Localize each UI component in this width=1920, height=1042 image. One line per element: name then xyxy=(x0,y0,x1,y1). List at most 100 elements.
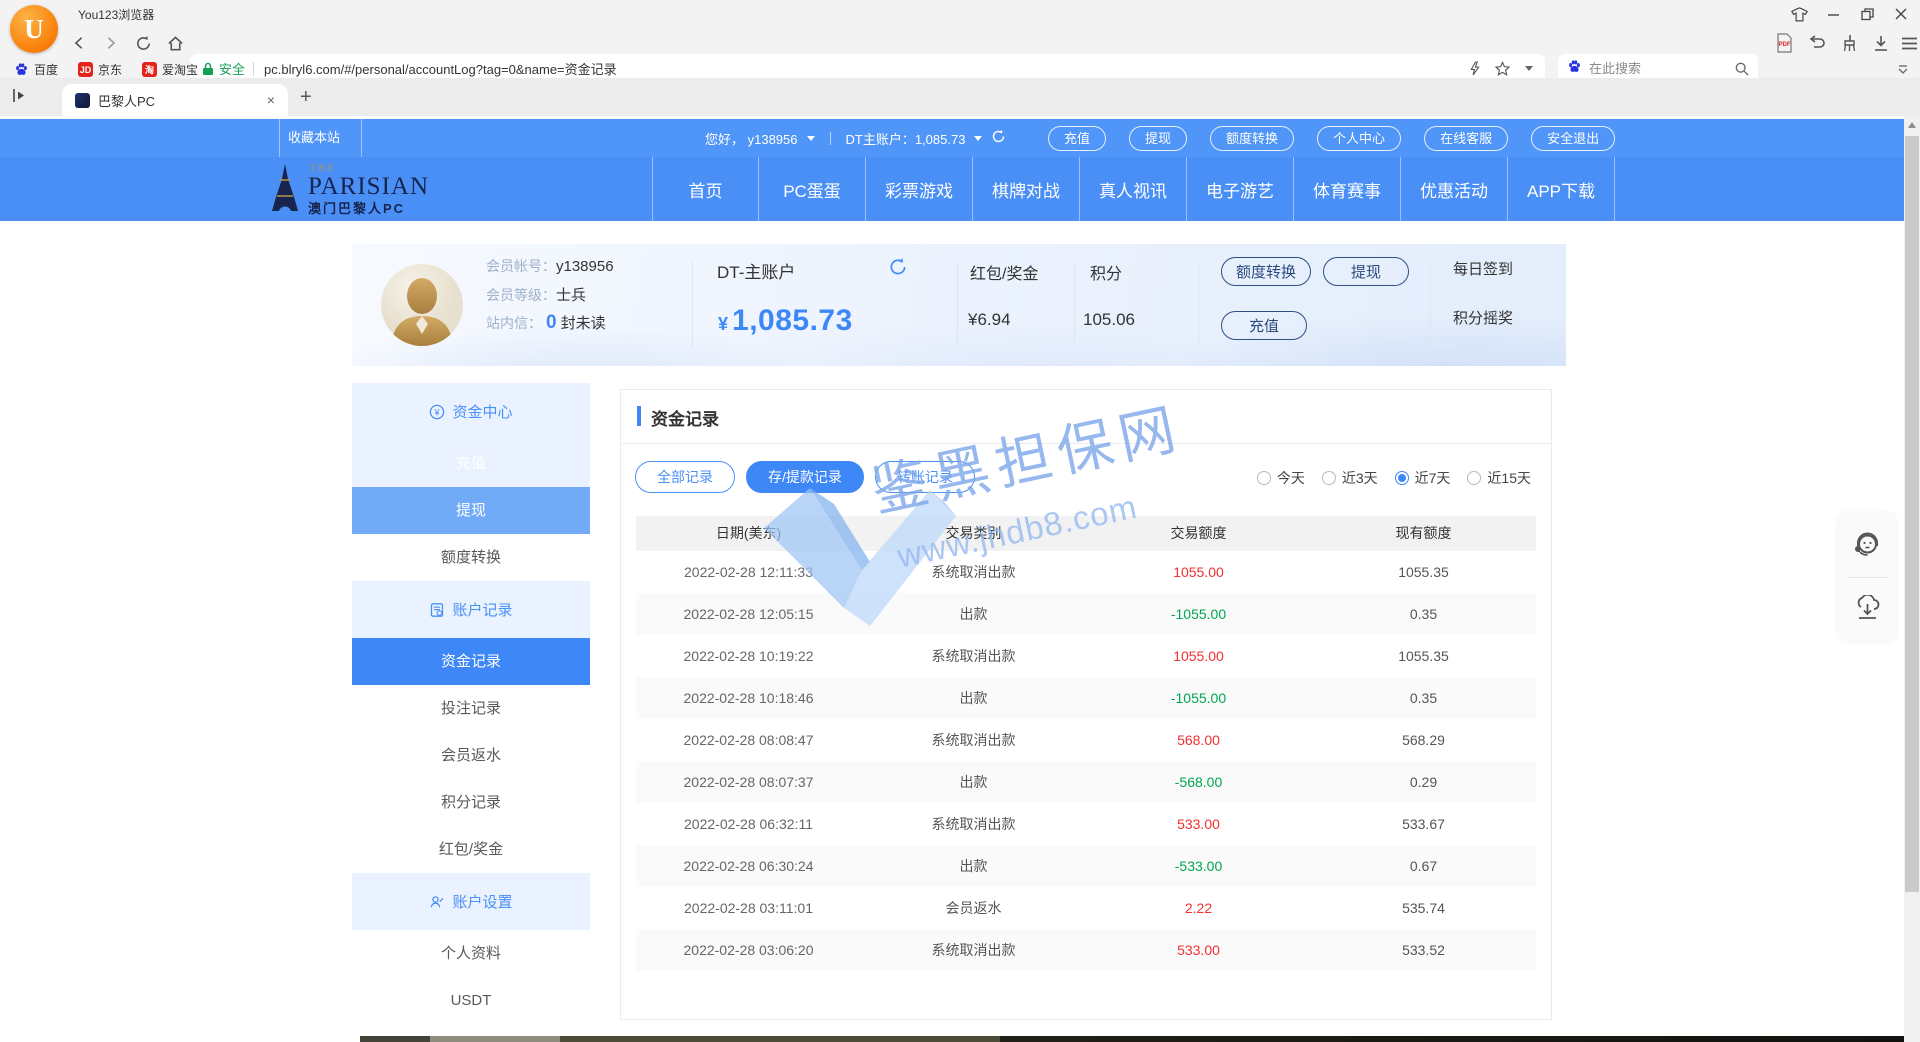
nav-item[interactable]: 真人视讯 xyxy=(1080,157,1187,221)
topbar-button[interactable]: 安全退出 xyxy=(1531,126,1615,151)
browser-toolbar: 安全 pc.blryl6.com/#/personal/accountLog?t… xyxy=(0,26,1920,60)
site-logo[interactable]: THE PARISIAN 澳门巴黎人PC xyxy=(268,163,429,215)
close-button[interactable] xyxy=(1888,5,1914,23)
sidebar-item[interactable]: 积分记录 xyxy=(352,779,590,826)
security-label: 安全 xyxy=(219,59,245,78)
mail-count[interactable]: 0 xyxy=(546,312,557,334)
nav-item[interactable]: 电子游艺 xyxy=(1187,157,1294,221)
nav-item[interactable]: 体育赛事 xyxy=(1294,157,1401,221)
screen: U You123浏览器 安全 pc.b xyxy=(0,0,1920,1042)
scrollbar-thumb[interactable] xyxy=(1905,136,1919,892)
user-greeting[interactable]: 您好， y138956 xyxy=(705,129,798,148)
star-icon[interactable] xyxy=(1495,61,1510,76)
nav-item[interactable]: 优惠活动 xyxy=(1401,157,1508,221)
sidebar-item[interactable]: 资金记录 xyxy=(352,638,590,685)
range-option[interactable]: 近7天 xyxy=(1395,468,1451,488)
table-row: 2022-02-28 03:11:01会员返水2.22535.74 xyxy=(636,887,1536,929)
tab-parisian[interactable]: 巴黎人PC × xyxy=(62,84,288,116)
topbar-button[interactable]: 个人中心 xyxy=(1317,126,1401,151)
scrollbar[interactable] xyxy=(1904,116,1920,1042)
range-option[interactable]: 近15天 xyxy=(1467,468,1531,488)
cleaner-icon[interactable] xyxy=(1836,30,1862,56)
profile-actions: 额度转换提现充值 xyxy=(1221,257,1453,340)
level-value: 士兵 xyxy=(556,284,586,305)
url-text[interactable]: pc.blryl6.com/#/personal/accountLog?tag=… xyxy=(264,59,1469,78)
minimize-button[interactable] xyxy=(1820,5,1846,23)
customer-service-icon[interactable] xyxy=(1854,531,1881,563)
sidebar-item[interactable]: USDT xyxy=(352,977,590,1024)
refresh-balance-icon[interactable] xyxy=(991,129,1006,147)
restore-button[interactable] xyxy=(1854,5,1880,23)
sidebar-item[interactable]: 会员返水 xyxy=(352,732,590,779)
sidebar-item[interactable]: 个人资料 xyxy=(352,930,590,977)
menu-icon[interactable] xyxy=(1896,30,1920,56)
sidebar-item[interactable]: 提现 xyxy=(352,487,590,534)
filter-button[interactable]: 存/提款记录 xyxy=(746,461,864,493)
profile-action-button[interactable]: 充值 xyxy=(1221,311,1307,340)
column-header: 现有额度 xyxy=(1311,516,1536,551)
search-input[interactable] xyxy=(1589,61,1728,76)
filter-button[interactable]: 转账记录 xyxy=(875,461,975,493)
nav-item[interactable]: 彩票游戏 xyxy=(866,157,973,221)
nav-item[interactable]: PC蛋蛋 xyxy=(759,157,866,221)
pdf-icon[interactable]: PDF xyxy=(1771,30,1797,56)
profile-quick-link[interactable]: 积分摇奖 xyxy=(1453,307,1513,328)
bottom-strip xyxy=(360,1036,1904,1042)
profile-quick-link[interactable]: 每日签到 xyxy=(1453,258,1513,279)
sidebar-item[interactable]: 红包/奖金 xyxy=(352,826,590,873)
nav-item[interactable]: 棋牌对战 xyxy=(973,157,1080,221)
magnifier-icon[interactable] xyxy=(1735,62,1749,76)
mail-unit: 封未读 xyxy=(561,312,606,333)
cell: 1055.35 xyxy=(1311,648,1536,664)
topbar-button[interactable]: 在线客服 xyxy=(1424,126,1508,151)
chevron-down-icon[interactable] xyxy=(807,136,815,141)
undo-icon[interactable] xyxy=(1804,30,1830,56)
topbar-buttons: 充值提现额度转换个人中心在线客服安全退出 xyxy=(1048,119,1615,157)
bookmark-item[interactable]: 淘爱淘宝 xyxy=(142,61,198,78)
window-title: You123浏览器 xyxy=(78,6,154,23)
favorite-site-link[interactable]: 收藏本站 xyxy=(288,119,340,157)
reload-icon[interactable] xyxy=(130,30,156,56)
record-filters: 全部记录存/提款记录转账记录 xyxy=(635,461,975,493)
range-option[interactable]: 今天 xyxy=(1257,468,1305,488)
sidebar-item[interactable]: 投注记录 xyxy=(352,685,590,732)
chevron-down-icon[interactable] xyxy=(974,136,982,141)
filter-button[interactable]: 全部记录 xyxy=(635,461,735,493)
cell: 2022-02-28 06:30:24 xyxy=(636,858,861,874)
scroll-up-icon[interactable] xyxy=(1908,122,1916,128)
app-download-icon[interactable] xyxy=(1854,595,1881,627)
sidebar-item[interactable]: 额度转换 xyxy=(352,534,590,581)
download-icon[interactable] xyxy=(1868,30,1894,56)
topbar-button[interactable]: 充值 xyxy=(1048,126,1106,151)
profile-action-button[interactable]: 额度转换 xyxy=(1221,257,1311,286)
wallet-value: ¥ 1,085.73 xyxy=(718,304,853,338)
profile-quick-links: 每日签到积分摇奖 xyxy=(1453,258,1513,328)
back-icon[interactable] xyxy=(66,30,92,56)
cell: 系统取消出款 xyxy=(861,730,1086,750)
topbar-button[interactable]: 提现 xyxy=(1129,126,1187,151)
cell: 2022-02-28 03:11:01 xyxy=(636,900,861,916)
profile-action-button[interactable]: 提现 xyxy=(1323,257,1409,286)
forward-icon[interactable] xyxy=(98,30,124,56)
flash-icon[interactable] xyxy=(1469,61,1480,76)
wallet-summary[interactable]: DT主账户：1,085.73 xyxy=(846,129,966,148)
sidebar-toggle-icon[interactable] xyxy=(12,87,27,109)
skin-theme-icon[interactable] xyxy=(1786,5,1812,23)
bookmark-item[interactable]: 百度 xyxy=(14,61,58,78)
tab-close-icon[interactable]: × xyxy=(267,93,275,107)
bookmark-item[interactable]: JD京东 xyxy=(78,61,122,78)
chevron-down-icon[interactable] xyxy=(1525,66,1533,71)
jd-icon: JD xyxy=(78,62,93,77)
sidebar-item[interactable]: 充值 xyxy=(352,440,590,487)
wallet-refresh-icon[interactable] xyxy=(888,257,908,282)
ledger-icon xyxy=(429,602,445,618)
cell: 2022-02-28 06:32:11 xyxy=(636,816,861,832)
range-option[interactable]: 近3天 xyxy=(1322,468,1378,488)
nav-item[interactable]: APP下载 xyxy=(1508,157,1615,221)
new-tab-button[interactable]: + xyxy=(300,86,312,109)
sidebar-section-label: 资金中心 xyxy=(452,401,512,422)
home-icon[interactable] xyxy=(162,30,188,56)
topbar-button[interactable]: 额度转换 xyxy=(1210,126,1294,151)
nav-item[interactable]: 首页 xyxy=(652,157,759,221)
wallet-label: DT-主账户 xyxy=(717,258,795,283)
